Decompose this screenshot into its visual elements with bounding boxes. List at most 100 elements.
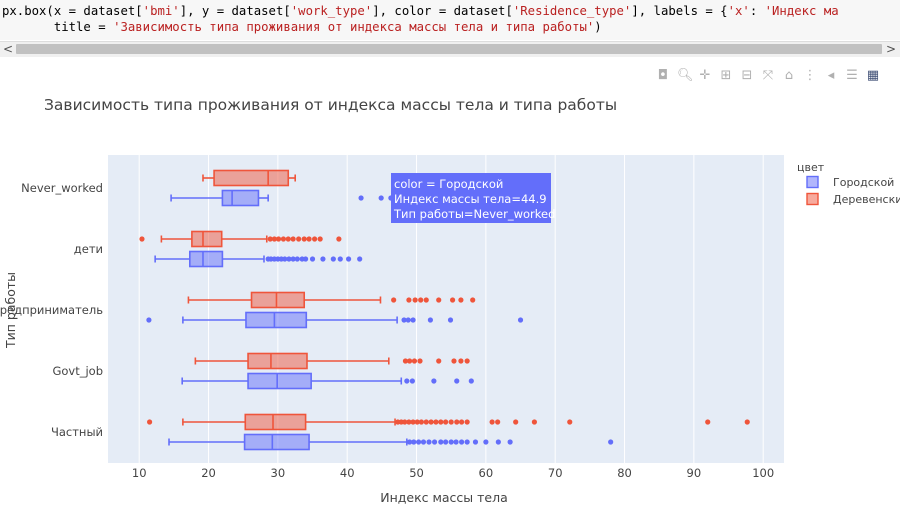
outlier-point[interactable]: [489, 419, 495, 425]
iqr-box[interactable]: [247, 372, 312, 390]
outlier-point[interactable]: [301, 236, 307, 242]
outlier-point[interactable]: [418, 297, 424, 303]
outlier-point[interactable]: [409, 378, 415, 384]
outlier-point[interactable]: [306, 236, 312, 242]
outlier-point[interactable]: [459, 439, 465, 445]
outlier-point[interactable]: [468, 378, 474, 384]
outlier-point[interactable]: [451, 358, 457, 364]
legend-item-label[interactable]: Деревенский: [833, 193, 900, 206]
outlier-point[interactable]: [443, 439, 449, 445]
outlier-point[interactable]: [448, 419, 454, 425]
outlier-point[interactable]: [744, 419, 750, 425]
outlier-point[interactable]: [407, 358, 413, 364]
outlier-point[interactable]: [436, 297, 442, 303]
outlier-point[interactable]: [290, 236, 296, 242]
iqr-box[interactable]: [247, 352, 308, 370]
outlier-point[interactable]: [337, 256, 343, 262]
outlier-point[interactable]: [507, 439, 513, 445]
outlier-point[interactable]: [495, 419, 501, 425]
outlier-point[interactable]: [417, 358, 423, 364]
outlier-point[interactable]: [411, 439, 417, 445]
outlier-point[interactable]: [345, 256, 352, 262]
outlier-point[interactable]: [454, 419, 460, 425]
outlier-point[interactable]: [275, 236, 282, 242]
outlier-point[interactable]: [513, 419, 519, 425]
outlier-point[interactable]: [312, 236, 318, 242]
outlier-point[interactable]: [483, 439, 489, 445]
outlier-point[interactable]: [438, 419, 444, 425]
outlier-point[interactable]: [320, 256, 326, 262]
outlier-point[interactable]: [146, 317, 152, 323]
iqr-box[interactable]: [191, 230, 223, 248]
outlier-point[interactable]: [405, 317, 411, 323]
outlier-point[interactable]: [705, 419, 711, 425]
outlier-point[interactable]: [427, 317, 433, 323]
outlier-point[interactable]: [317, 236, 323, 242]
outlier-point[interactable]: [449, 297, 456, 303]
outlier-point[interactable]: [420, 439, 427, 445]
iqr-box[interactable]: [244, 413, 307, 431]
outlier-point[interactable]: [378, 195, 384, 201]
legend-swatch[interactable]: [806, 192, 819, 206]
y-tick-label: Частный: [51, 425, 103, 439]
legend-swatch[interactable]: [806, 175, 819, 189]
outlier-point[interactable]: [472, 439, 479, 445]
outlier-point[interactable]: [470, 297, 476, 303]
outlier-point[interactable]: [459, 419, 465, 425]
legend[interactable]: цвет Городской Деревенский: [797, 161, 900, 206]
outlier-point[interactable]: [464, 439, 470, 445]
outlier-point[interactable]: [517, 317, 524, 323]
outlier-point[interactable]: [454, 378, 460, 384]
iqr-box[interactable]: [245, 311, 308, 329]
outlier-point[interactable]: [495, 439, 501, 445]
x-axis-label: Индекс массы тела: [380, 490, 508, 505]
outlier-point[interactable]: [431, 378, 437, 384]
outlier-point[interactable]: [433, 419, 439, 425]
outlier-point[interactable]: [464, 419, 470, 425]
outlier-point[interactable]: [531, 419, 538, 425]
outlier-point[interactable]: [458, 358, 464, 364]
outlier-point[interactable]: [391, 297, 397, 303]
outlier-point[interactable]: [443, 419, 449, 425]
box-trace[interactable]: [202, 169, 297, 187]
outlier-point[interactable]: [412, 297, 418, 303]
outlier-point[interactable]: [453, 439, 459, 445]
outlier-point[interactable]: [458, 297, 464, 303]
iqr-box[interactable]: [250, 291, 306, 309]
outlier-point[interactable]: [296, 236, 302, 242]
outlier-point[interactable]: [285, 236, 291, 242]
outlier-point[interactable]: [411, 358, 418, 364]
iqr-box[interactable]: [221, 189, 260, 207]
outlier-point[interactable]: [294, 256, 300, 262]
outlier-point[interactable]: [428, 419, 434, 425]
outlier-point[interactable]: [404, 378, 410, 384]
outlier-point[interactable]: [431, 439, 438, 445]
outlier-point[interactable]: [147, 419, 153, 425]
legend-item-label[interactable]: Городской: [833, 176, 894, 189]
outlier-point[interactable]: [423, 419, 429, 425]
outlier-point[interactable]: [418, 419, 424, 425]
outlier-point[interactable]: [608, 439, 614, 445]
outlier-point[interactable]: [423, 297, 429, 303]
outlier-point[interactable]: [436, 358, 442, 364]
outlier-point[interactable]: [330, 256, 336, 262]
iqr-box[interactable]: [189, 250, 224, 268]
outlier-point[interactable]: [280, 236, 287, 242]
outlier-point[interactable]: [447, 317, 454, 323]
outlier-point[interactable]: [438, 439, 444, 445]
outlier-point[interactable]: [303, 256, 309, 262]
outlier-point[interactable]: [139, 236, 145, 242]
outlier-point[interactable]: [309, 256, 316, 262]
outlier-point[interactable]: [464, 358, 470, 364]
outlier-point[interactable]: [567, 419, 573, 425]
iqr-box[interactable]: [243, 433, 310, 451]
outlier-point[interactable]: [448, 439, 454, 445]
outlier-point[interactable]: [410, 317, 416, 323]
outlier-point[interactable]: [358, 195, 364, 201]
outlier-point[interactable]: [336, 236, 342, 242]
outlier-point[interactable]: [357, 256, 363, 262]
iqr-box[interactable]: [213, 169, 290, 187]
outlier-point[interactable]: [426, 439, 432, 445]
outlier-point[interactable]: [406, 297, 412, 303]
outlier-point[interactable]: [416, 439, 422, 445]
